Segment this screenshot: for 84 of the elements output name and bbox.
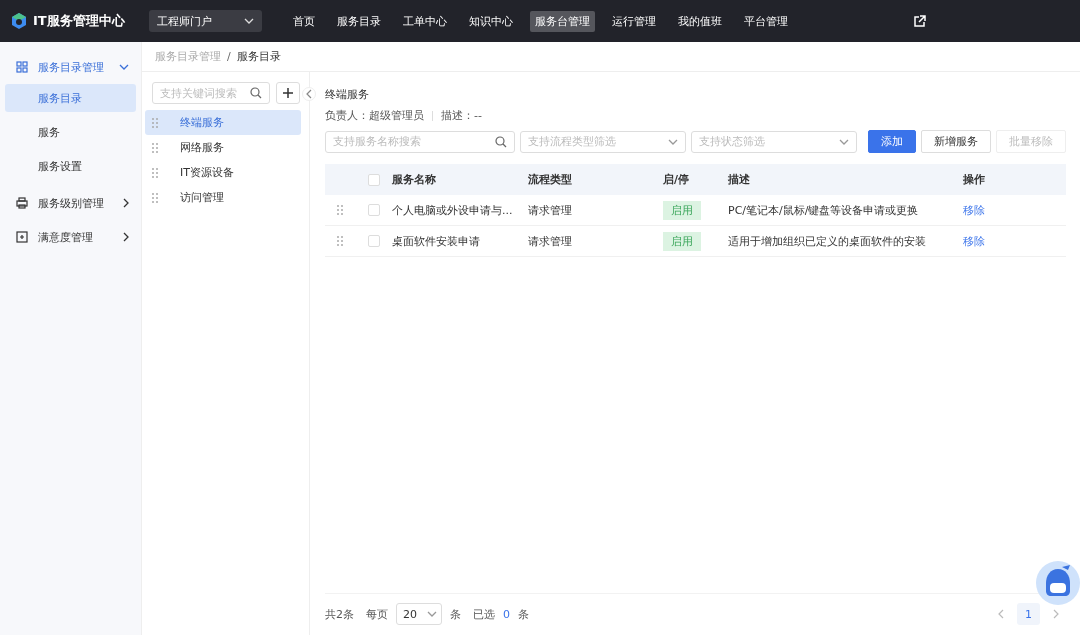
grid-icon	[16, 61, 28, 73]
checkbox[interactable]	[367, 173, 380, 186]
nav-tab[interactable]: 工单中心	[398, 10, 452, 32]
drag-handle-icon	[152, 192, 158, 203]
square-icon	[16, 231, 28, 243]
unit-label: 条	[450, 606, 461, 622]
description-text: 描述：--	[441, 108, 482, 123]
nav-tab[interactable]: 平台管理	[739, 10, 793, 32]
breadcrumb-item: 服务目录	[236, 49, 281, 64]
nav-tab[interactable]: 服务台管理	[530, 10, 595, 32]
category-item[interactable]: IT资源设备	[145, 160, 301, 185]
sidebar-item[interactable]: 服务	[5, 118, 136, 146]
nav-tab[interactable]: 我的值班	[673, 10, 727, 32]
page-size-select[interactable]: 20	[396, 603, 442, 625]
column-header: 服务名称	[392, 172, 437, 187]
status-tag: 启用	[663, 231, 701, 251]
chevron-right-icon	[123, 198, 129, 208]
drag-handle-icon	[337, 205, 343, 215]
category-item[interactable]: 终端服务	[145, 110, 301, 135]
logo-icon	[10, 12, 28, 30]
table-cell-text: 个人电脑或外设申请与...	[392, 202, 514, 218]
portal-select[interactable]: 工程师门户	[149, 10, 262, 32]
column-header: 操作	[963, 172, 986, 187]
sidebar-item[interactable]: 服务设置	[5, 152, 136, 180]
nav-tab[interactable]: 运行管理	[607, 10, 661, 32]
search-field[interactable]: 支持服务名称搜索	[325, 130, 515, 153]
chevron-left-icon	[306, 89, 312, 99]
drag-handle-icon	[152, 142, 158, 153]
status-tag: 启用	[663, 200, 701, 220]
sidebar-item[interactable]: 服务目录	[5, 84, 136, 112]
chevron-down-icon	[427, 611, 437, 617]
chevron-left-icon	[998, 609, 1004, 619]
table-cell-text: PC/笔记本/鼠标/键盘等设备申请或更换	[728, 202, 920, 218]
search-field[interactable]: 支持关键词搜索	[152, 82, 270, 104]
search-icon	[250, 87, 262, 99]
new-service-button[interactable]: 新增服务	[921, 130, 991, 153]
sidebar-group[interactable]: 服务级别管理	[0, 186, 141, 220]
selected-count: 0	[503, 607, 510, 621]
drag-handle-icon	[152, 167, 158, 178]
add-button[interactable]	[276, 82, 300, 104]
filter-select[interactable]: 支持状态筛选	[691, 130, 857, 153]
drag-handle-icon	[152, 117, 158, 128]
nav-tab[interactable]: 服务目录	[332, 10, 386, 32]
external-link-icon	[913, 14, 926, 28]
owner-text: 负责人：超级管理员	[325, 108, 424, 123]
nav-tab[interactable]: 首页	[288, 10, 320, 32]
table-cell-text: 桌面软件安装申请	[392, 233, 481, 249]
remove-link[interactable]: 移除	[963, 202, 985, 218]
table-cell-text: 适用于增加组织已定义的桌面软件的安装	[728, 233, 927, 249]
sidebar-group[interactable]: 满意度管理	[0, 220, 141, 254]
remove-link[interactable]: 移除	[963, 233, 985, 249]
checkbox[interactable]	[367, 235, 380, 247]
add-button[interactable]: 添加	[868, 130, 916, 153]
chevron-down-icon	[839, 138, 849, 145]
total-count: 共2条	[325, 606, 354, 622]
table-cell-text: 请求管理	[528, 202, 573, 218]
filter-select[interactable]: 支持流程类型筛选	[520, 130, 686, 153]
category-item[interactable]: 网络服务	[145, 135, 301, 160]
page-button[interactable]: 1	[1017, 603, 1040, 625]
chevron-down-icon	[119, 64, 129, 70]
breadcrumb-separator: /	[227, 50, 231, 63]
table-cell-text: 请求管理	[528, 233, 573, 249]
selected-label: 已选	[473, 606, 495, 622]
nav-tab[interactable]: 知识中心	[464, 10, 518, 32]
page-size-label: 每页	[366, 606, 388, 622]
collapse-button[interactable]	[302, 87, 316, 101]
chevron-down-icon	[244, 18, 254, 24]
category-title: 终端服务	[325, 87, 370, 102]
column-header: 启/停	[663, 172, 691, 187]
search-icon	[495, 135, 507, 148]
unit-label: 条	[518, 606, 529, 622]
printer-icon	[16, 197, 28, 209]
app-title: IT服务管理中心	[33, 12, 125, 30]
column-header: 描述	[728, 172, 751, 187]
assistant-icon[interactable]	[1036, 561, 1080, 605]
chevron-right-icon	[123, 232, 129, 242]
drag-handle-icon	[337, 236, 343, 246]
sidebar-group[interactable]: 服务目录管理	[0, 50, 141, 84]
chevron-down-icon	[668, 138, 678, 145]
column-header: 流程类型	[528, 172, 573, 187]
chevron-right-icon	[1053, 609, 1059, 619]
plus-icon	[283, 88, 293, 98]
checkbox[interactable]	[367, 204, 380, 216]
category-item[interactable]: 访问管理	[145, 185, 301, 210]
